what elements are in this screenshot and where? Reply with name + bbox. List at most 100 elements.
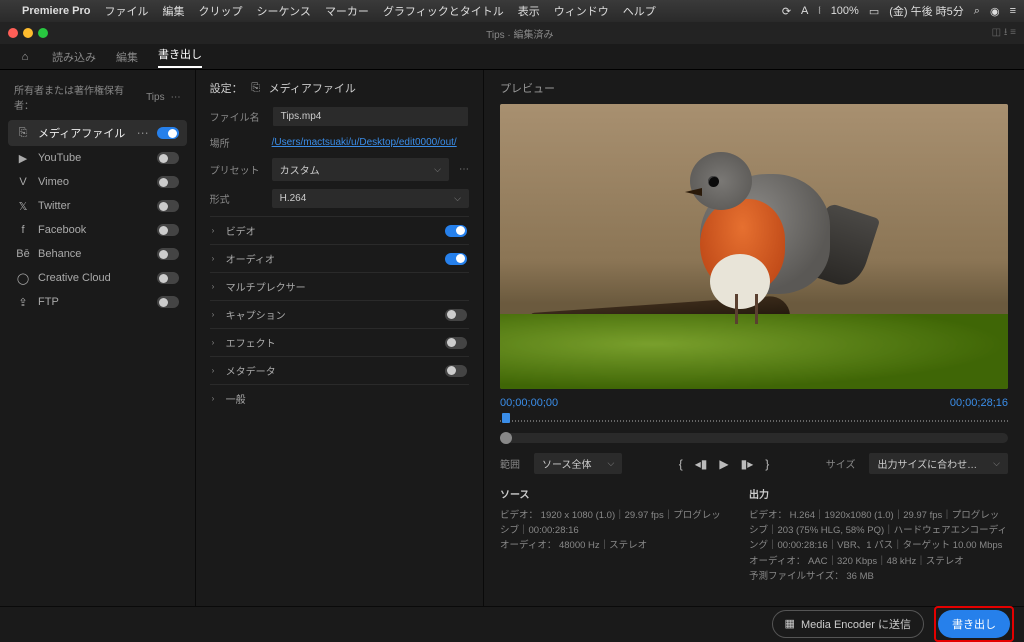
dest-toggle[interactable] <box>157 176 179 188</box>
src-audio-label: オーディオ： <box>500 540 556 551</box>
app-name[interactable]: Premiere Pro <box>22 5 90 17</box>
time-ruler[interactable] <box>500 413 1008 429</box>
section-メタデータ[interactable]: ›メタデータ <box>210 356 469 384</box>
scrub-bar[interactable] <box>500 433 1008 443</box>
timecode-out[interactable]: 00;00;28;16 <box>950 397 1008 409</box>
section-toggle[interactable] <box>445 365 467 377</box>
dest-cc[interactable]: ◯Creative Cloud <box>8 266 187 290</box>
tab-import[interactable]: 読み込み <box>52 49 96 65</box>
size-select[interactable]: 出力サイズに合わせ…⌵ <box>869 453 1008 474</box>
menu-edit[interactable]: 編集 <box>162 3 184 19</box>
menu-graphics[interactable]: グラフィックとタイトル <box>383 3 504 19</box>
preset-more-icon[interactable]: ⋯ <box>459 164 469 175</box>
dest-export[interactable]: ⎘メディアファイル⋯ <box>8 120 187 146</box>
section-label: 一般 <box>226 391 467 406</box>
source-heading: ソース <box>500 488 725 504</box>
out-est-label: 予測ファイルサイズ： <box>749 571 844 582</box>
control-center-icon[interactable]: ◉ <box>990 5 1000 18</box>
step-back-icon[interactable]: ◂▮ <box>695 457 708 471</box>
menu-help[interactable]: ヘルプ <box>623 3 656 19</box>
dest-youtube[interactable]: ▶YouTube <box>8 146 187 170</box>
battery-icon[interactable]: ▭ <box>869 5 879 18</box>
preset-select[interactable]: カスタム⌵ <box>272 158 449 181</box>
section-エフェクト[interactable]: ›エフェクト <box>210 328 469 356</box>
play-icon[interactable]: ▶ <box>719 457 728 471</box>
chevron-right-icon: › <box>212 226 226 235</box>
tab-edit[interactable]: 編集 <box>116 49 138 65</box>
menu-file[interactable]: ファイル <box>104 3 148 19</box>
preview-video[interactable] <box>500 104 1008 389</box>
section-マルチプレクサー[interactable]: ›マルチプレクサー <box>210 272 469 300</box>
destinations-sidebar: 所有者または著作権保有者： Tips ⋯ ⎘メディアファイル⋯▶YouTubeV… <box>0 70 195 606</box>
dest-toggle[interactable] <box>157 224 179 236</box>
wifi-icon[interactable]: ⧙ <box>818 5 820 18</box>
section-キャプション[interactable]: ›キャプション <box>210 300 469 328</box>
dest-toggle[interactable] <box>157 152 179 164</box>
location-link[interactable]: /Users/mactsuaki/u/Desktop/edit0000/out/ <box>272 137 457 148</box>
export-button[interactable]: 書き出し <box>938 610 1010 638</box>
home-icon[interactable]: ⌂ <box>18 50 32 64</box>
sync-icon[interactable]: ⟳ <box>782 5 791 18</box>
playhead[interactable] <box>502 413 510 423</box>
menu-view[interactable]: 表示 <box>518 3 540 19</box>
section-label: キャプション <box>226 307 445 322</box>
filename-label: ファイル名 <box>210 109 262 124</box>
tab-export[interactable]: 書き出し <box>158 46 202 68</box>
traffic-lights[interactable] <box>8 28 48 38</box>
dest-ftp[interactable]: ⇪FTP <box>8 290 187 314</box>
filename-input[interactable]: Tips.mp4 <box>272 106 469 127</box>
menu-clip[interactable]: クリップ <box>198 3 242 19</box>
dest-twitter[interactable]: 𝕏Twitter <box>8 194 187 218</box>
dest-toggle[interactable] <box>157 296 179 308</box>
menu-window[interactable]: ウィンドウ <box>554 3 609 19</box>
mark-out-icon[interactable]: } <box>765 457 769 471</box>
dest-label: Facebook <box>38 224 149 236</box>
section-toggle[interactable] <box>445 225 467 237</box>
preset-label: プリセット <box>210 162 262 177</box>
send-to-ame-button[interactable]: ▦Media Encoder に送信 <box>772 610 924 638</box>
section-ビデオ[interactable]: ›ビデオ <box>210 216 469 244</box>
dest-more-icon[interactable]: ⋯ <box>137 126 149 140</box>
timecode-in[interactable]: 00;00;00;00 <box>500 397 558 409</box>
sidebar-more-icon[interactable]: ⋯ <box>171 92 181 103</box>
dest-toggle[interactable] <box>157 248 179 260</box>
out-audio-value: AAC｜320 Kbps｜48 kHz｜ステレオ <box>808 556 964 567</box>
chevron-right-icon: › <box>212 366 226 375</box>
section-label: マルチプレクサー <box>226 279 467 294</box>
dest-label: FTP <box>38 296 149 308</box>
step-fwd-icon[interactable]: ▮▸ <box>741 457 754 471</box>
dest-toggle[interactable] <box>157 272 179 284</box>
clock[interactable]: (金) 午後 時5分 <box>889 3 964 19</box>
format-select[interactable]: H.264⌵ <box>272 189 469 208</box>
macos-menubar: Premiere Pro ファイル 編集 クリップ シーケンス マーカー グラフ… <box>0 0 1024 22</box>
out-video-value: H.264｜1920x1080 (1.0)｜29.97 fps｜プログレッシブ｜… <box>749 510 1007 551</box>
dest-toggle[interactable] <box>157 200 179 212</box>
dest-facebook[interactable]: fFacebook <box>8 218 187 242</box>
siri-icon[interactable]: ≡ <box>1010 5 1016 17</box>
dest-toggle[interactable] <box>157 127 179 139</box>
output-heading: 出力 <box>749 488 1008 504</box>
battery-pct: 100% <box>831 5 859 17</box>
section-toggle[interactable] <box>445 337 467 349</box>
dest-label: Behance <box>38 248 149 260</box>
section-一般[interactable]: ›一般 <box>210 384 469 412</box>
search-icon[interactable]: ⌕ <box>974 5 980 18</box>
input-icon[interactable]: A <box>801 5 808 17</box>
scrub-knob[interactable] <box>500 432 512 444</box>
workspace-icon[interactable]: ◫ ⭳ ≡ <box>992 25 1016 42</box>
section-label: メタデータ <box>226 363 445 378</box>
section-オーディオ[interactable]: ›オーディオ <box>210 244 469 272</box>
section-toggle[interactable] <box>445 253 467 265</box>
dest-vimeo[interactable]: VVimeo <box>8 170 187 194</box>
src-video-label: ビデオ： <box>500 510 538 521</box>
format-label: 形式 <box>210 191 262 206</box>
range-select[interactable]: ソース全体⌵ <box>534 453 622 474</box>
mark-in-icon[interactable]: { <box>679 457 683 471</box>
dest-behance[interactable]: BēBehance <box>8 242 187 266</box>
range-label: 範囲 <box>500 456 520 471</box>
ame-icon: ▦ <box>785 617 795 630</box>
section-label: エフェクト <box>226 335 445 350</box>
section-toggle[interactable] <box>445 309 467 321</box>
menu-sequence[interactable]: シーケンス <box>256 3 310 19</box>
menu-marker[interactable]: マーカー <box>325 3 369 19</box>
